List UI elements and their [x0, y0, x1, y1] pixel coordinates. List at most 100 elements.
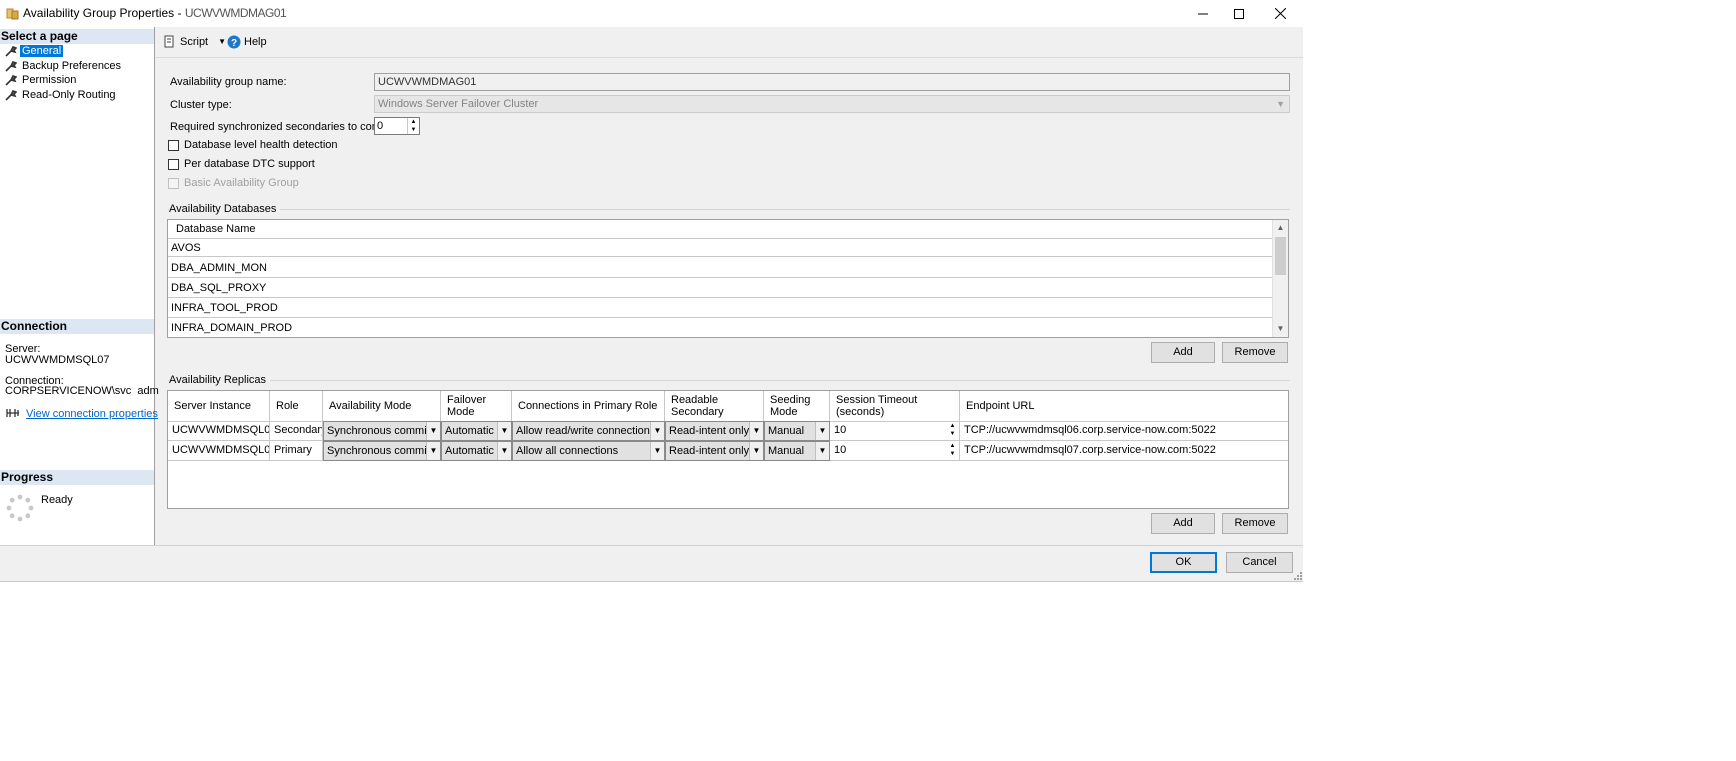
toolbar: Script ▼ ? Help	[156, 27, 1303, 57]
availability-group-properties-window: Availability Group Properties - UCWVWMDM…	[0, 0, 1316, 582]
close-icon	[1274, 8, 1286, 19]
scroll-down-icon[interactable]: ▼	[1273, 321, 1288, 337]
spin-down-icon[interactable]: ▼	[408, 126, 419, 134]
table-row[interactable]: INFRA_DOMAIN_PROD	[168, 318, 1273, 337]
cell-role: Secondary	[270, 421, 323, 441]
cell-server-instance[interactable]: UCWVWMDMSQL06	[168, 421, 270, 441]
column-header-session-timeout[interactable]: Session Timeout (seconds)	[830, 391, 960, 422]
select-value: Automatic	[445, 445, 494, 457]
spin-up-icon[interactable]: ▲	[947, 422, 958, 430]
chevron-down-icon[interactable]: ▼	[650, 442, 664, 460]
chevron-down-icon[interactable]: ▼	[749, 442, 763, 460]
session-timeout-stepper[interactable]: 10 ▲ ▼	[830, 441, 960, 461]
page-backup-preferences[interactable]: Backup Preferences	[4, 59, 123, 73]
select-value: Read-intent only	[669, 425, 750, 437]
resize-grip-icon[interactable]	[1292, 570, 1302, 580]
add-replica-button[interactable]: Add	[1151, 513, 1215, 534]
left-pane: Select a page General Backup Preferences…	[0, 27, 159, 545]
required-sync-stepper[interactable]: 0 ▲ ▼	[374, 117, 420, 135]
select-value: Manual	[768, 445, 805, 457]
seeding-mode-select[interactable]: Manual ▼	[764, 441, 830, 461]
remove-replica-button[interactable]: Remove	[1222, 513, 1288, 534]
table-row[interactable]: DBA_ADMIN_MON	[168, 258, 1273, 278]
database-icon	[6, 8, 19, 20]
column-header-failover-mode[interactable]: Failover Mode	[441, 391, 512, 422]
cancel-button[interactable]: Cancel	[1226, 552, 1293, 573]
connections-primary-select[interactable]: Allow all connections ▼	[512, 441, 665, 461]
column-header-role[interactable]: Role	[270, 391, 323, 422]
group-divider	[168, 380, 1290, 381]
connections-primary-select[interactable]: Allow read/write connections ▼	[512, 421, 665, 441]
scroll-up-icon[interactable]: ▲	[1273, 220, 1288, 236]
connection-header: Connection	[0, 319, 154, 334]
spin-down-icon[interactable]: ▼	[947, 430, 958, 438]
chevron-down-icon[interactable]: ▼	[815, 422, 829, 440]
availability-replicas-grid[interactable]: Server Instance Role Availability Mode F…	[167, 390, 1289, 509]
failover-mode-select[interactable]: Automatic ▼	[441, 441, 512, 461]
failover-mode-select[interactable]: Automatic ▼	[441, 421, 512, 441]
chevron-down-icon[interactable]: ▼	[426, 442, 440, 460]
chevron-down-icon[interactable]: ▼	[650, 422, 664, 440]
help-button[interactable]: ? Help	[227, 35, 267, 49]
column-header-availability-mode[interactable]: Availability Mode	[323, 391, 441, 422]
availability-mode-select[interactable]: Synchronous commit ▼	[323, 421, 441, 441]
add-database-button[interactable]: Add	[1151, 342, 1215, 363]
required-sync-value: 0	[377, 120, 384, 132]
cluster-type-label: Cluster type:	[170, 99, 232, 111]
database-name-column-header[interactable]: Database Name	[168, 220, 1273, 239]
table-row[interactable]: AVOS	[168, 239, 1273, 257]
header-text: Mode	[447, 406, 475, 418]
cell-server-instance[interactable]: UCWVWMDMSQL07	[168, 441, 270, 461]
session-timeout-stepper[interactable]: 10 ▲ ▼	[830, 421, 960, 441]
help-label: Help	[244, 36, 267, 48]
chevron-down-icon[interactable]: ▼	[749, 422, 763, 440]
connection-value: CORPSERVICENOW\svc_adm	[5, 386, 159, 394]
readable-secondary-select[interactable]: Read-intent only ▼	[665, 421, 764, 441]
availability-mode-select[interactable]: Synchronous commit ▼	[323, 441, 441, 461]
column-header-readable-secondary[interactable]: Readable Secondary	[665, 391, 764, 422]
ag-name-field[interactable]: UCWVWMDMAG01	[374, 73, 1290, 91]
table-row[interactable]: DBA_SQL_PROXY	[168, 278, 1273, 298]
chevron-down-icon[interactable]: ▼	[426, 422, 440, 440]
header-text: Seeding	[770, 394, 811, 406]
cell-endpoint-url[interactable]: TCP://ucwvwmdmsql07.corp.service-now.com…	[960, 441, 1288, 461]
cluster-type-select[interactable]: Windows Server Failover Cluster ▼	[374, 95, 1290, 113]
page-permission[interactable]: Permission	[4, 73, 78, 87]
seeding-mode-select[interactable]: Manual ▼	[764, 421, 830, 441]
chevron-down-icon[interactable]: ▼	[815, 442, 829, 460]
cell-endpoint-url[interactable]: TCP://ucwvwmdmsql06.corp.service-now.com…	[960, 421, 1288, 441]
ok-button[interactable]: OK	[1150, 552, 1217, 573]
table-row[interactable]: INFRA_TOOL_PROD	[168, 298, 1273, 318]
spin-up-icon[interactable]: ▲	[408, 118, 419, 126]
column-header-connections-primary[interactable]: Connections in Primary Role	[512, 391, 665, 422]
readable-secondary-select[interactable]: Read-intent only ▼	[665, 441, 764, 461]
basic-ag-checkbox: Basic Availability Group	[168, 177, 299, 189]
remove-database-button[interactable]: Remove	[1222, 342, 1288, 363]
view-connection-properties-link[interactable]: View connection properties	[26, 408, 158, 420]
chevron-down-icon[interactable]: ▼	[497, 442, 511, 460]
chevron-down-icon[interactable]: ▼	[497, 422, 511, 440]
maximize-button[interactable]	[1218, 0, 1260, 27]
scrollbar-thumb[interactable]	[1275, 237, 1286, 275]
spin-up-icon[interactable]: ▲	[947, 442, 958, 450]
availability-databases-grid[interactable]: Database Name AVOS DBA_ADMIN_MON DBA_SQL…	[167, 219, 1289, 338]
select-value: Synchronous commit	[327, 425, 430, 437]
column-header-seeding-mode[interactable]: Seeding Mode	[764, 391, 830, 422]
maximize-icon	[1234, 8, 1244, 19]
select-value: Synchronous commit	[327, 445, 430, 457]
close-button[interactable]	[1259, 0, 1301, 27]
per-db-dtc-checkbox[interactable]: Per database DTC support	[168, 158, 315, 170]
chevron-down-icon: ▼	[1276, 99, 1285, 109]
availability-replicas-title: Availability Replicas	[169, 374, 271, 386]
spin-down-icon[interactable]: ▼	[947, 450, 958, 458]
column-header-server-instance[interactable]: Server Instance	[168, 391, 270, 422]
script-button[interactable]: Script ▼	[163, 35, 226, 48]
script-label: Script	[180, 35, 209, 48]
availability-databases-title: Availability Databases	[169, 203, 281, 215]
column-header-endpoint-url[interactable]: Endpoint URL	[960, 391, 1288, 422]
chevron-down-icon[interactable]: ▼	[218, 37, 226, 46]
page-read-only-routing[interactable]: Read-Only Routing	[4, 88, 118, 102]
db-health-detection-checkbox[interactable]: Database level health detection	[168, 139, 338, 151]
vertical-scrollbar[interactable]: ▲ ▼	[1272, 220, 1288, 337]
page-general[interactable]: General	[4, 44, 64, 58]
